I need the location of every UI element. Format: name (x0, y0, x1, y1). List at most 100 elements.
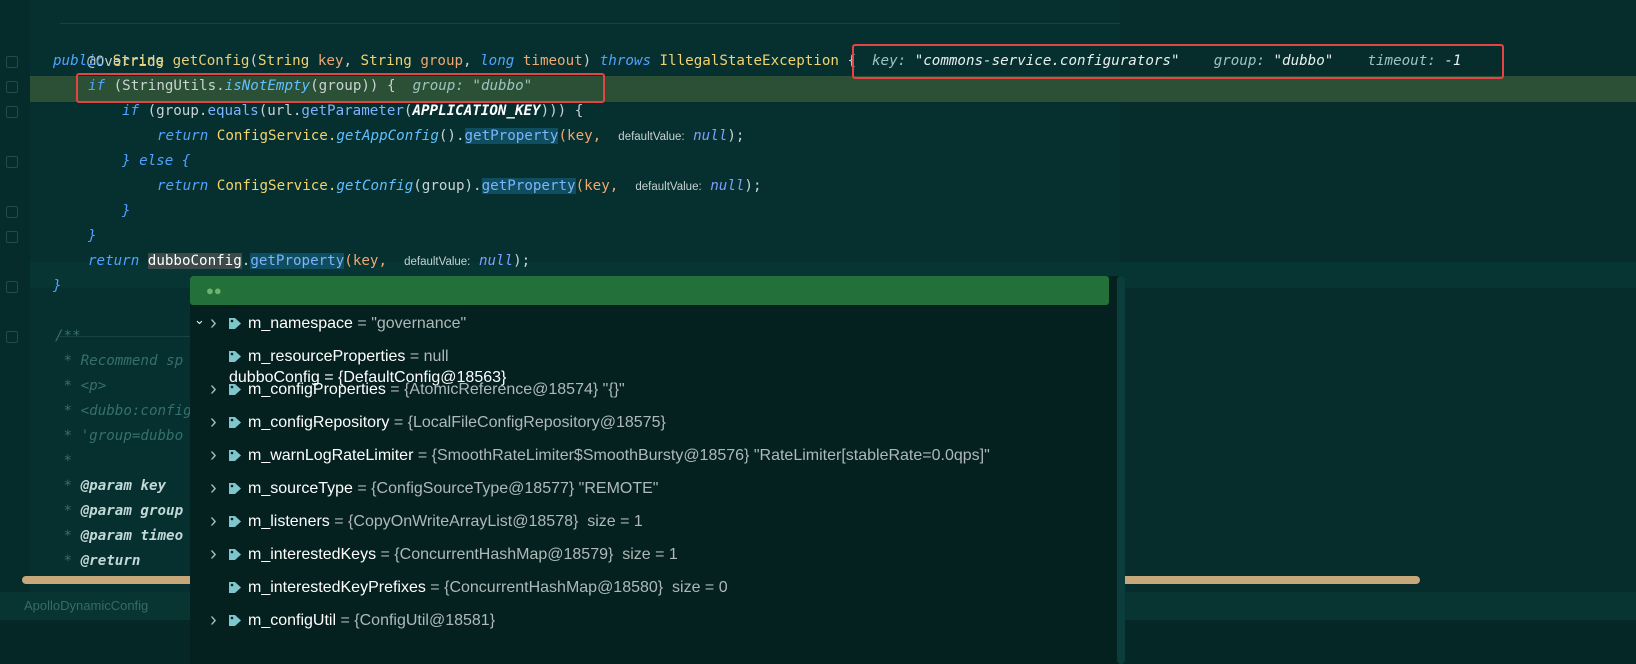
field-value: = {SmoothRateLimiter$SmoothBursty@18576}… (413, 447, 990, 464)
field-tag-icon (229, 351, 241, 362)
code-line[interactable]: } (53, 273, 62, 299)
comment-line: * @param group (55, 498, 184, 524)
chevron-right-icon[interactable]: › (210, 439, 224, 472)
comment-line: * Recommend sp (55, 353, 184, 369)
brace: } (53, 278, 62, 294)
debug-value-popup[interactable]: ⌄ ●● dubboConfig = {DefaultConfig@18563}… (190, 276, 1120, 664)
punct: ( (249, 53, 259, 69)
method-call: getProperty (481, 178, 576, 194)
type: String (112, 53, 165, 69)
code-line[interactable]: } (122, 198, 131, 224)
keyword: return (157, 178, 209, 194)
param-hint: defaultValue: (404, 256, 471, 268)
keyword: return (88, 253, 140, 269)
popup-field-row[interactable]: m_resourceProperties = null (190, 340, 1110, 373)
chevron-right-icon[interactable]: › (210, 373, 224, 406)
chevron-right-icon[interactable]: › (210, 307, 224, 340)
field-name: m_configUtil (248, 612, 337, 629)
code-text: (url. (258, 103, 302, 119)
popup-field-row[interactable]: › m_configProperties = {AtomicReference@1… (190, 373, 1110, 406)
field-value: = {CopyOnWriteArrayList@18578} size = 1 (329, 513, 643, 530)
field-value: = null (405, 348, 449, 365)
javadoc-tag: @param (80, 503, 132, 519)
keyword: } else { (122, 153, 191, 169)
chevron-right-icon[interactable]: › (210, 472, 224, 505)
code-text: ))) { (540, 103, 584, 119)
field-name: m_warnLogRateLimiter (248, 447, 414, 464)
editor-gutter[interactable] (0, 0, 30, 664)
popup-field-row[interactable]: › m_interestedKeys = {ConcurrentHashMap@1… (190, 538, 1110, 571)
fold-icon[interactable] (6, 206, 18, 218)
static-method: getAppConfig (336, 128, 439, 144)
code-text: (group). (413, 178, 482, 194)
chevron-right-icon[interactable]: › (210, 538, 224, 571)
code-line[interactable]: return ConfigService.getConfig(group).ge… (157, 173, 762, 199)
popup-field-row[interactable]: › m_namespace = "governance" (190, 307, 1110, 340)
chevron-right-icon[interactable]: › (210, 505, 224, 538)
param-hint: defaultValue: (635, 181, 702, 193)
field-name: m_configProperties (248, 381, 386, 398)
fold-icon[interactable] (6, 156, 18, 168)
field-label: m_warnLogRateLimiter = {SmoothRateLimite… (248, 439, 990, 472)
class-name: ConfigService. (216, 128, 337, 144)
field-tag-icon (229, 615, 241, 626)
field-name: m_configRepository (248, 414, 390, 431)
javadoc-param: timeo (131, 528, 184, 544)
field-tag-icon (229, 516, 241, 527)
comment-line: * <dubbo:config (55, 403, 192, 419)
code-text: (key, (344, 253, 387, 269)
code-line[interactable]: } (88, 223, 97, 249)
field-label: m_sourceType = {ConfigSourceType@18577} … (248, 472, 658, 505)
popup-field-row[interactable]: › m_listeners = {CopyOnWriteArrayList@185… (190, 505, 1110, 538)
popup-root-row[interactable]: ⌄ ●● dubboConfig = {DefaultConfig@18563} (190, 276, 1109, 386)
popup-field-row[interactable]: › m_sourceType = {ConfigSourceType@18577}… (190, 472, 1110, 505)
chevron-right-icon[interactable]: › (210, 406, 224, 439)
popup-field-row[interactable]: m_interestedKeyPrefixes = {ConcurrentHas… (190, 571, 1110, 604)
fold-icon[interactable] (6, 81, 18, 93)
fold-icon[interactable] (6, 56, 18, 68)
chevron-right-icon[interactable]: › (210, 604, 224, 637)
fold-icon[interactable] (6, 231, 18, 243)
field-value: = {ConfigUtil@18581} (336, 612, 496, 629)
field-value: = {ConfigSourceType@18577} "REMOTE" (352, 480, 659, 497)
keyword: null (478, 253, 514, 269)
static-method: getConfig (336, 178, 414, 194)
code-text: (group. (139, 103, 208, 119)
popup-scrollbar[interactable] (1117, 276, 1125, 664)
popup-field-row[interactable]: › m_configUtil = {ConfigUtil@18581} (190, 604, 1110, 637)
code-line[interactable]: return ConfigService.getAppConfig().getP… (157, 123, 744, 149)
field-tag-icon (229, 549, 241, 560)
keyword: long (480, 53, 515, 69)
popup-field-row[interactable]: › m_configRepository = {LocalFileConfigRe… (190, 406, 1110, 439)
javadoc-param: key (131, 478, 167, 494)
code-line[interactable]: if (group.equals(url.getParameter(APPLIC… (122, 98, 583, 124)
javadoc-tag: @return (80, 553, 141, 569)
fold-icon[interactable] (6, 331, 18, 343)
keyword: null (693, 128, 728, 144)
field-name: m_sourceType (248, 480, 353, 497)
method-call: getProperty (250, 253, 345, 269)
field-label: m_configProperties = {AtomicReference@18… (248, 373, 625, 406)
breadcrumb-class[interactable]: ApolloDynamicConfig (24, 598, 148, 613)
code-text: (key, (575, 178, 619, 194)
comment-line: * <p> (55, 378, 107, 394)
type: String (360, 53, 412, 69)
annotation-box (852, 44, 1504, 79)
punct: , (343, 53, 361, 69)
javadoc-tag: @param (80, 478, 132, 494)
code-line[interactable]: } else { (122, 148, 190, 174)
popup-field-row[interactable]: › m_warnLogRateLimiter = {SmoothRateLimit… (190, 439, 1110, 472)
comment-star: * (55, 503, 81, 519)
code-line[interactable]: return dubboConfig.getProperty(key, defa… (88, 248, 530, 274)
fold-icon[interactable] (6, 281, 18, 293)
code-line[interactable]: public String getConfig(String key, Stri… (53, 48, 856, 74)
field-name: m_listeners (248, 513, 330, 530)
field-value: = {ConcurrentHashMap@18579} size = 1 (376, 546, 678, 563)
code-line[interactable]: @Override (53, 23, 164, 70)
comment-line: * @param timeo (55, 523, 184, 549)
fold-icon[interactable] (6, 106, 18, 118)
selected-identifier[interactable]: dubboConfig (147, 253, 242, 269)
param-hint: defaultValue: (618, 131, 685, 143)
method-call: getProperty (464, 128, 559, 144)
field-tag-icon (229, 483, 241, 494)
